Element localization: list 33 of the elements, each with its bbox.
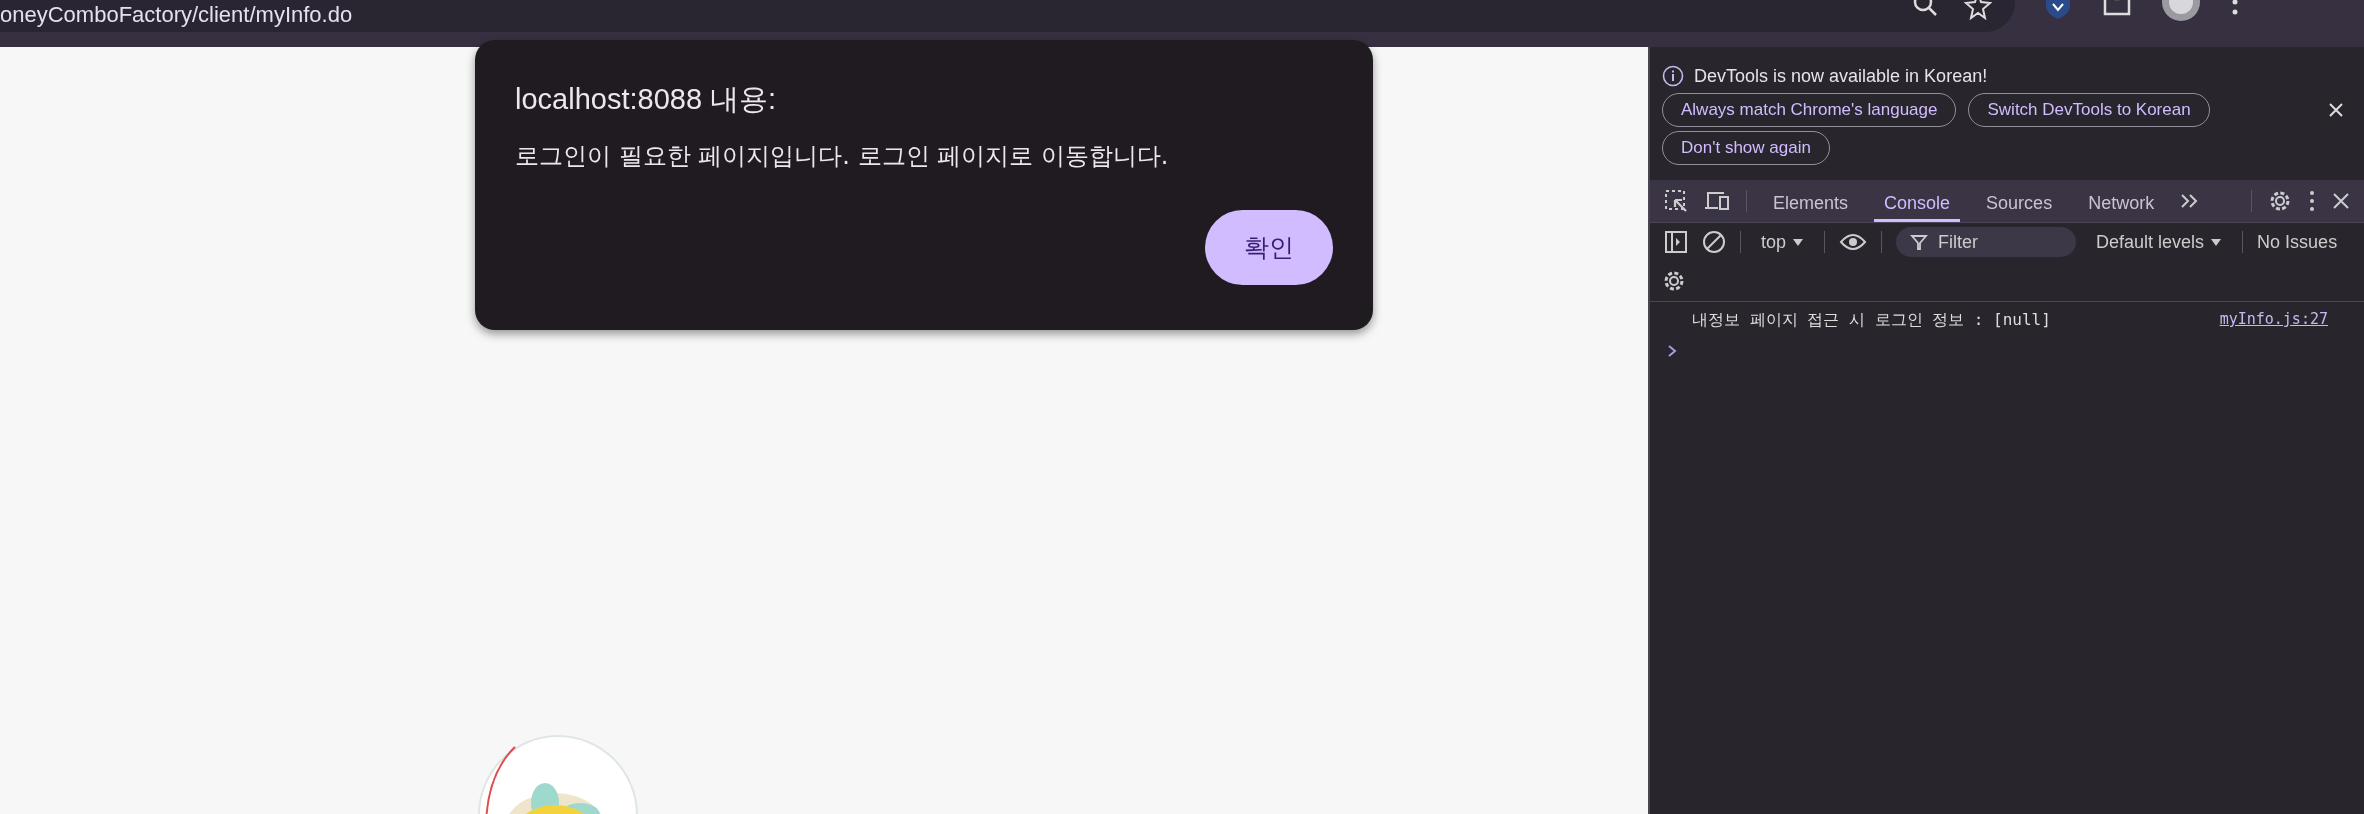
dialog-title: localhost:8088 내용:: [515, 82, 778, 117]
info-icon: [1662, 65, 1684, 87]
settings-icon[interactable]: [2268, 189, 2292, 213]
sidebar-icon[interactable]: [1664, 230, 1688, 254]
avatar-icon[interactable]: [2161, 0, 2201, 22]
star-icon[interactable]: [1963, 0, 1993, 20]
caret-icon: [2210, 237, 2223, 247]
close-icon[interactable]: [2328, 102, 2344, 118]
more-options-icon[interactable]: [2308, 190, 2316, 212]
devtools-tab[interactable]: Console: [1874, 180, 1961, 222]
issues-label: No Issues: [2257, 231, 2338, 253]
clear-icon[interactable]: [1702, 230, 1726, 254]
levels-dropdown[interactable]: Default levels: [2090, 230, 2229, 254]
filter-field[interactable]: Filter: [1896, 227, 2077, 257]
dialog-message: 로그인이 필요한 페이지입니다. 로그인 페이지로 이동합니다.: [515, 141, 1170, 172]
confirm-button[interactable]: 확인: [1205, 210, 1333, 285]
device-icon[interactable]: [1704, 189, 1730, 213]
close-icon[interactable]: [2332, 192, 2350, 210]
devtools-tab[interactable]: Network: [2078, 180, 2165, 222]
eye-icon[interactable]: [1839, 232, 1868, 252]
source-link[interactable]: myInfo.js:27: [2219, 310, 2328, 331]
console-message: 내정보 페이지 접근 시 로그인 정보 : [null]: [1692, 310, 2051, 331]
context-dropdown[interactable]: top: [1755, 230, 1811, 254]
devtools-tab[interactable]: Sources: [1976, 180, 2063, 222]
settings-icon[interactable]: [1662, 269, 1686, 293]
shield-icon[interactable]: [2043, 0, 2073, 20]
address-bar[interactable]: oneyComboFactory/client/myInfo.do: [0, 0, 2015, 32]
prompt-icon[interactable]: [1666, 343, 1678, 359]
devtools-tab[interactable]: Elements: [1763, 180, 1859, 222]
caret-icon: [1792, 237, 1805, 247]
url-text: oneyComboFactory/client/myInfo.do: [0, 2, 354, 28]
inspect-icon[interactable]: [1664, 189, 1688, 213]
info-message: DevTools is now available in Korean!: [1694, 65, 1988, 87]
